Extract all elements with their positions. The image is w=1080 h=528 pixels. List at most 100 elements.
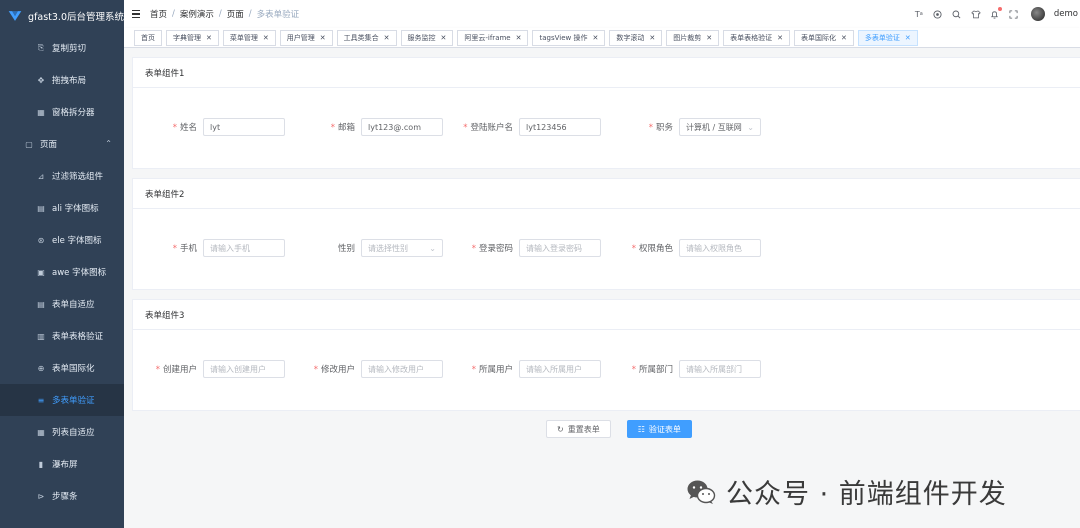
search-icon[interactable]	[952, 9, 962, 19]
tag-label: 阿里云-iframe	[464, 33, 511, 42]
text-input[interactable]: lyt	[203, 118, 285, 136]
tag-label: 表单国际化	[800, 33, 836, 42]
breadcrumb-separator: /	[248, 9, 252, 19]
close-icon[interactable]: ✕	[384, 34, 390, 42]
field-input-wrap: 请输入创建用户	[203, 360, 285, 378]
close-icon[interactable]: ✕	[649, 34, 655, 42]
tag-7[interactable]: tagsView 操作 ✕	[532, 29, 606, 46]
bell-icon[interactable]	[990, 7, 1002, 19]
reset-form-button[interactable]: ↻ 重置表单	[546, 420, 611, 438]
form-card-title: 表单组件1	[133, 58, 1080, 88]
tag-0[interactable]: 首页	[134, 29, 162, 46]
breadcrumb-item[interactable]: 页面	[227, 8, 244, 20]
tag-5[interactable]: 服务监控 ✕	[400, 29, 454, 46]
input-value: lyt	[210, 122, 221, 132]
close-icon[interactable]: ✕	[777, 34, 783, 42]
component-size-icon[interactable]	[933, 9, 943, 19]
input-value: lyt123@.com	[368, 122, 421, 132]
tag-11[interactable]: 表单国际化 ✕	[793, 29, 854, 46]
user-name[interactable]: demo	[1054, 9, 1078, 19]
input-placeholder: 请输入修改用户	[368, 364, 424, 374]
required-asterisk: *	[155, 365, 160, 375]
required-asterisk: *	[648, 123, 653, 133]
text-input[interactable]: 请输入登录密码	[519, 239, 601, 257]
close-icon[interactable]: ✕	[905, 34, 911, 42]
sidebar-item-5[interactable]: ▤ ali 字体图标	[0, 192, 124, 224]
tag-12[interactable]: 多表单验证 ✕	[857, 29, 918, 46]
wechat-icon	[687, 480, 716, 504]
required-asterisk: *	[471, 244, 476, 254]
tag-label: 字典管理	[173, 33, 201, 42]
close-icon[interactable]: ✕	[263, 34, 269, 42]
avatar[interactable]	[1030, 7, 1045, 21]
field-input-wrap: 请输入手机	[203, 239, 285, 257]
tag-3[interactable]: 用户管理 ✕	[279, 29, 333, 46]
text-input[interactable]: lyt123456	[519, 118, 601, 136]
tag-8[interactable]: 数字滚动 ✕	[609, 29, 663, 46]
sidebar-item-14[interactable]: ⊳ 步骤条	[0, 480, 124, 512]
refresh-icon: ↻	[557, 424, 564, 434]
hamburger-icon[interactable]	[132, 7, 146, 21]
tag-6[interactable]: 阿里云-iframe ✕	[457, 29, 529, 46]
tag-10[interactable]: 表单表格验证 ✕	[723, 29, 790, 46]
text-input[interactable]: 请输入修改用户	[361, 360, 443, 378]
skin-icon[interactable]	[971, 9, 981, 19]
sidebar-item-7[interactable]: ▣ awe 字体图标	[0, 256, 124, 288]
sidebar-item-12[interactable]: ▦ 列表自适应	[0, 416, 124, 448]
tag-4[interactable]: 工具类集合 ✕	[336, 29, 397, 46]
sidebar-item-6[interactable]: ⊛ ele 字体图标	[0, 224, 124, 256]
text-input[interactable]: 请输入创建用户	[203, 360, 285, 378]
checklist-icon: ☷	[637, 424, 645, 434]
fullscreen-icon[interactable]	[1009, 9, 1019, 19]
text-input[interactable]: 请输入手机	[203, 239, 285, 257]
tag-9[interactable]: 图片裁剪 ✕	[666, 29, 720, 46]
reset-form-label: 重置表单	[567, 424, 600, 434]
sidebar-item-9[interactable]: ▥ 表单表格验证	[0, 320, 124, 352]
text-input[interactable]: 请输入权限角色	[679, 239, 761, 257]
close-icon[interactable]: ✕	[592, 34, 598, 42]
close-icon[interactable]: ✕	[320, 34, 326, 42]
sidebar-item-1[interactable]: ✥ 拖拽布局	[0, 64, 124, 96]
required-asterisk: *	[463, 123, 468, 133]
text-input[interactable]: 请输入所属用户	[519, 360, 601, 378]
text-input[interactable]: 请输入所属部门	[679, 360, 761, 378]
close-icon[interactable]: ✕	[706, 34, 712, 42]
tag-label: 数字滚动	[616, 33, 645, 42]
list-icon: ▦	[37, 427, 45, 437]
field-label-text: 创建用户	[162, 365, 197, 375]
breadcrumb-item[interactable]: 首页	[150, 8, 167, 20]
field-label-wrap: * 所属部门	[601, 360, 679, 378]
sidebar-item-label: awe 字体图标	[52, 268, 107, 278]
sidebar-item-0[interactable]: ⎘ 复制剪切	[0, 32, 124, 64]
sidebar-item-11[interactable]: ≡ 多表单验证	[0, 384, 124, 416]
multi-form-icon: ≡	[37, 395, 45, 405]
wechat-watermark: 公众号 · 前端组件开发	[686, 472, 1007, 511]
close-icon[interactable]: ✕	[206, 34, 212, 42]
select-input[interactable]: 计算机 / 互联网 ⌄	[679, 118, 761, 136]
sidebar-item-13[interactable]: ▮ 瀑布屏	[0, 448, 124, 480]
notification-dot	[997, 7, 1002, 11]
main-content: 表单组件1 * 姓名 lyt * 邮箱 lyt123@.com * 登陆账户名 lyt12345…	[124, 48, 1080, 528]
sidebar-item-4[interactable]: ⊿ 过滤筛选组件	[0, 160, 124, 192]
close-icon[interactable]: ✕	[841, 34, 847, 42]
sidebar-item-8[interactable]: ▤ 表单自适应	[0, 288, 124, 320]
tag-1[interactable]: 字典管理 ✕	[166, 29, 219, 46]
sidebar-item-label: 表单国际化	[52, 364, 95, 374]
translate-icon[interactable]: Ta	[914, 9, 924, 19]
close-icon[interactable]: ✕	[441, 34, 447, 42]
field-label-text: 权限角色	[638, 244, 673, 254]
logo[interactable]: gfast3.0后台管理系统	[0, 0, 124, 32]
text-input[interactable]: lyt123@.com	[361, 118, 443, 136]
tag-2[interactable]: 菜单管理 ✕	[222, 29, 276, 46]
select-input[interactable]: 请选择性别 ⌄	[361, 239, 443, 257]
sidebar-item-10[interactable]: ⊕ 表单国际化	[0, 352, 124, 384]
field-label-wrap: * 权限角色	[601, 239, 679, 257]
sidebar-item-3[interactable]: ▢ 页面 ⌃	[0, 128, 124, 160]
close-icon[interactable]: ✕	[516, 34, 522, 42]
sidebar-item-2[interactable]: ▦ 窗格拆分器	[0, 96, 124, 128]
field-label-wrap: * 姓名	[133, 118, 203, 136]
required-asterisk: *	[471, 365, 476, 375]
field-input-wrap: 请输入登录密码	[519, 239, 601, 257]
breadcrumb-item[interactable]: 案例演示	[180, 8, 214, 20]
validate-form-button[interactable]: ☷ 验证表单	[626, 420, 692, 438]
